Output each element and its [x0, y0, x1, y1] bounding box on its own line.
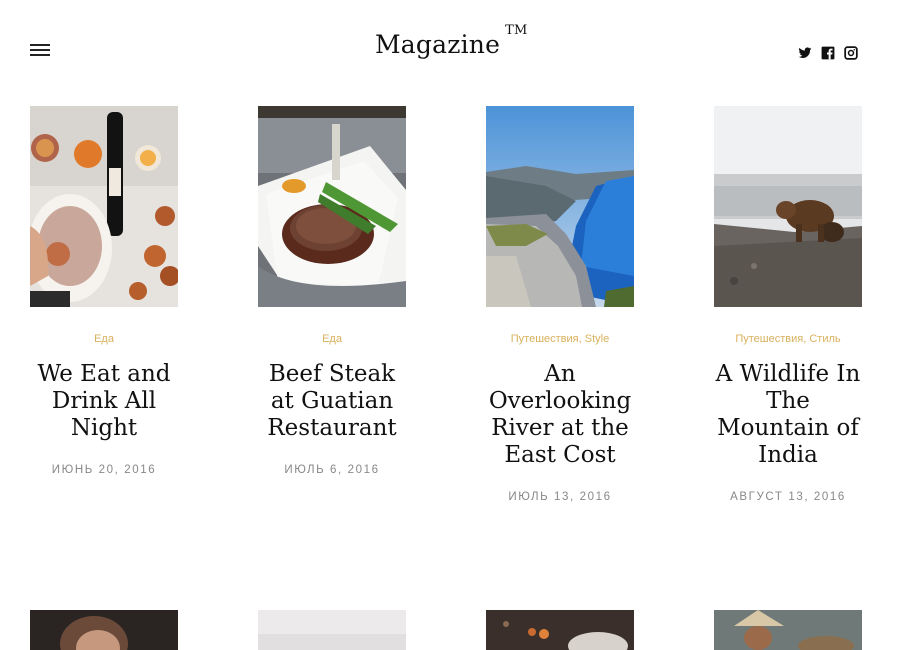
post-date: ИЮНЬ 20, 2016: [51, 464, 157, 476]
post-image-farmer[interactable]: [714, 610, 862, 650]
logo-trademark: TM: [505, 22, 528, 38]
post-title[interactable]: A Wildlife In The Mountain of India: [714, 361, 862, 469]
post-date: АВГУСТ 13, 2016: [730, 491, 846, 503]
post-image-misty[interactable]: [258, 610, 406, 650]
post-image-portrait[interactable]: [30, 610, 178, 650]
post-card: Еда Beef Steak at Guatian Restaurant ИЮЛ…: [258, 106, 440, 476]
site-header: Magazine TM: [0, 0, 900, 95]
logo-text: Magazine: [375, 30, 501, 59]
post-card: Путешествия, Стиль A Wildlife In The Mou…: [714, 106, 896, 503]
social-links: [798, 46, 858, 60]
facebook-icon[interactable]: [821, 46, 835, 60]
post-date: ИЮЛЬ 13, 2016: [508, 491, 612, 503]
post-category: Еда: [30, 333, 178, 345]
twitter-icon[interactable]: [798, 46, 812, 60]
category-link[interactable]: Путешествия: [511, 333, 579, 345]
site-logo[interactable]: Magazine TM: [375, 23, 527, 59]
post-date: ИЮЛЬ 6, 2016: [284, 464, 380, 476]
post-category: Путешествия, Стиль: [714, 333, 862, 345]
post-card: Еда We Eat and Drink All Night ИЮНЬ 20, …: [30, 106, 212, 476]
hamburger-menu-icon[interactable]: [30, 44, 50, 60]
post-title[interactable]: We Eat and Drink All Night: [30, 361, 178, 442]
category-separator: ,: [803, 333, 807, 345]
category-link[interactable]: Еда: [94, 333, 114, 345]
category-link[interactable]: Путешествия: [735, 333, 803, 345]
category-link[interactable]: Еда: [322, 333, 342, 345]
post-image-steak[interactable]: [258, 106, 406, 307]
post-image-bear[interactable]: [714, 106, 862, 307]
post-image-food[interactable]: [30, 106, 178, 307]
post-title[interactable]: Beef Steak at Guatian Restaurant: [258, 361, 406, 442]
category-link[interactable]: Style: [585, 333, 609, 345]
post-category: Путешествия, Style: [486, 333, 634, 345]
post-image-river[interactable]: [486, 106, 634, 307]
post-title[interactable]: An Overlooking River at the East Cost: [486, 361, 634, 469]
post-category: Еда: [258, 333, 406, 345]
category-separator: ,: [578, 333, 582, 345]
post-card: Путешествия, Style An Overlooking River …: [486, 106, 668, 503]
instagram-icon[interactable]: [844, 46, 858, 60]
category-link[interactable]: Стиль: [809, 333, 840, 345]
post-image-bokeh[interactable]: [486, 610, 634, 650]
